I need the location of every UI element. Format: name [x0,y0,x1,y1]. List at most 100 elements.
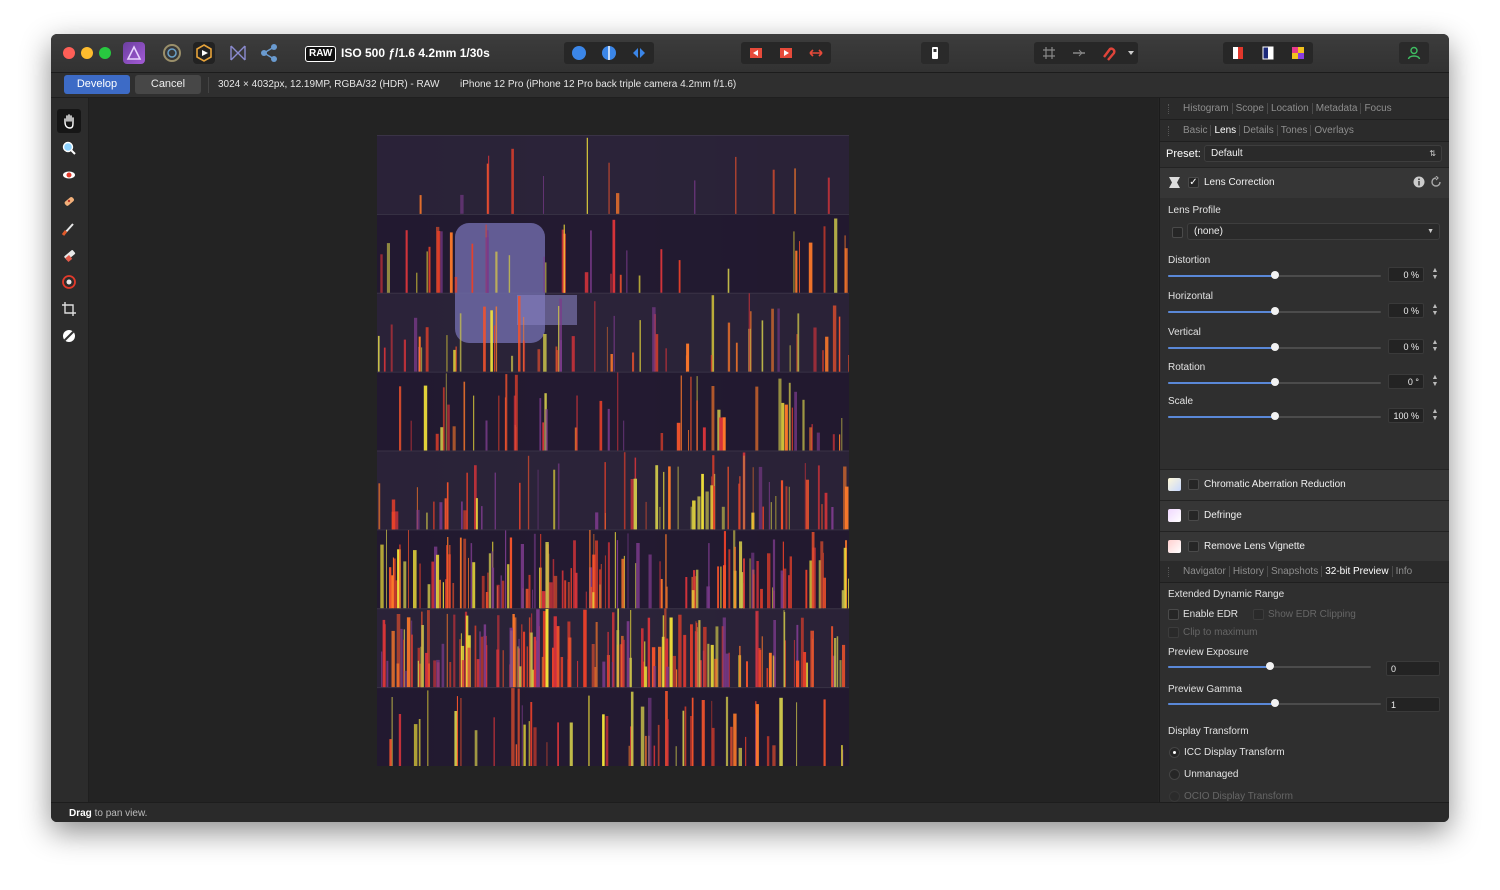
horizontal-value[interactable]: 0 % [1388,303,1424,318]
tone-mapping-persona-icon[interactable] [227,42,249,64]
tab-navigator[interactable]: Navigator [1180,566,1230,577]
tab-details[interactable]: Details [1240,125,1278,136]
section-checkbox[interactable] [1188,479,1199,490]
slider-knob[interactable] [1270,271,1279,279]
flip-right-button[interactable] [771,42,801,64]
slider-knob[interactable] [1265,662,1274,670]
slider-knob[interactable] [1270,412,1279,420]
clip-to-max-checkbox[interactable] [1168,627,1179,638]
reset-icon[interactable] [1430,175,1442,191]
stepper-icon[interactable]: ▲ ▼ [1431,374,1439,389]
distortion-value[interactable]: 0 % [1388,267,1424,282]
vertical-value[interactable]: 0 % [1388,339,1424,354]
unmanaged-radio[interactable] [1169,769,1180,780]
stepper-icon[interactable]: ▲ ▼ [1431,303,1439,318]
lens-profile-checkbox[interactable] [1172,227,1183,238]
tab-focus[interactable]: Focus [1361,103,1394,114]
tab-info[interactable]: Info [1393,566,1416,577]
blemish-removal-tool-icon[interactable] [57,189,81,213]
preview-gamma-slider[interactable] [1168,699,1381,707]
zoom-window-button[interactable] [99,47,111,59]
section-checkbox[interactable] [1188,510,1199,521]
overlay-erase-tool-icon[interactable] [57,243,81,267]
snapping-magnet-icon[interactable] [1094,42,1124,64]
preview-exposure-value[interactable]: 0 [1386,661,1440,676]
scale-value[interactable]: 100 % [1388,408,1424,423]
guides-icon[interactable] [1064,42,1094,64]
stepper-icon[interactable]: ▲ ▼ [1431,267,1439,282]
preview-gamma-label: Preview Gamma [1168,684,1242,695]
remove-lens-vignette-header[interactable]: Remove Lens Vignette [1160,531,1449,562]
flip-left-button[interactable] [741,42,771,64]
slider-knob[interactable] [1270,699,1279,707]
icc-transform-radio[interactable] [1169,747,1180,758]
split-view-button[interactable] [594,42,624,64]
preview-gamma-value[interactable]: 1 [1386,697,1440,712]
export-persona-icon[interactable] [258,42,280,64]
preset-select[interactable]: Default ⇅ [1204,145,1442,162]
tab-basic[interactable]: Basic [1180,125,1212,136]
chromatic-aberration-reduction-header[interactable]: Chromatic Aberration Reduction [1160,469,1449,500]
color-profile-icon[interactable] [1223,42,1253,64]
stepper-icon[interactable]: ▲ ▼ [1431,408,1439,423]
tab-tones[interactable]: Tones [1278,125,1312,136]
color-picker-icon[interactable] [1283,42,1313,64]
lens-correction-header[interactable]: ✓ Lens Correction [1160,167,1449,198]
tab-32-bit-preview[interactable]: 32-bit Preview [1322,566,1393,577]
preview-exposure-slider[interactable] [1168,662,1371,670]
liquify-persona-icon[interactable] [161,42,183,64]
tab-metadata[interactable]: Metadata [1313,103,1362,114]
channel-view-icon[interactable] [1253,42,1283,64]
hand-tool-icon[interactable] [57,109,81,133]
overlay-gradient-tool-icon[interactable] [57,270,81,294]
tab-scope[interactable]: Scope [1233,103,1268,114]
minimize-window-button[interactable] [81,47,93,59]
tab-histogram[interactable]: Histogram [1180,103,1233,114]
rotation-slider[interactable] [1168,378,1381,386]
tab-lens[interactable]: Lens [1211,125,1241,136]
white-balance-tool-icon[interactable] [57,324,81,348]
section-checkbox[interactable] [1188,541,1199,552]
ocio-transform-radio[interactable] [1169,791,1180,802]
info-icon[interactable] [1413,176,1425,191]
defringe-header[interactable]: Defringe [1160,500,1449,531]
vertical-slider[interactable] [1168,343,1381,351]
lens-profile-select[interactable]: (none) ▼ [1187,223,1440,240]
tab-overlays[interactable]: Overlays [1311,125,1356,136]
raw-exposure-info: ISO 500 ƒ/1.6 4.2mm 1/30s [341,46,490,60]
lens-correction-checkbox[interactable]: ✓ [1188,177,1199,188]
account-button[interactable] [1399,42,1429,64]
scale-slider[interactable] [1168,412,1381,420]
slider-knob[interactable] [1270,343,1279,351]
panel-grip[interactable] [1168,567,1171,577]
fit-width-button[interactable] [801,42,831,64]
overlay-paint-tool-icon[interactable] [57,216,81,240]
crop-tool-icon[interactable] [57,297,81,321]
cancel-button[interactable]: Cancel [135,75,201,94]
single-view-button[interactable] [564,42,594,64]
horizontal-slider[interactable] [1168,307,1381,315]
tab-location[interactable]: Location [1268,103,1313,114]
slider-knob[interactable] [1270,378,1279,386]
zoom-tool-icon[interactable] [57,136,81,160]
slider-knob[interactable] [1270,307,1279,315]
close-window-button[interactable] [63,47,75,59]
grid-icon[interactable] [1034,42,1064,64]
tab-snapshots[interactable]: Snapshots [1268,566,1323,577]
panel-grip[interactable] [1168,126,1171,136]
rotation-value[interactable]: 0 ° [1388,374,1424,389]
show-edr-clipping-checkbox[interactable] [1253,609,1264,620]
chevron-down-icon[interactable] [1124,42,1138,64]
document-canvas[interactable] [89,98,1158,802]
photo-persona-icon[interactable] [123,42,145,64]
enable-edr-checkbox[interactable] [1168,609,1179,620]
develop-persona-icon[interactable] [193,42,215,64]
mirror-view-button[interactable] [624,42,654,64]
stepper-icon[interactable]: ▲ ▼ [1431,339,1439,354]
tab-history[interactable]: History [1230,566,1268,577]
distortion-slider[interactable] [1168,271,1381,279]
clipping-warning-button[interactable] [921,42,949,64]
panel-grip[interactable] [1168,104,1171,114]
develop-button[interactable]: Develop [64,75,130,94]
red-eye-tool-icon[interactable] [57,163,81,187]
